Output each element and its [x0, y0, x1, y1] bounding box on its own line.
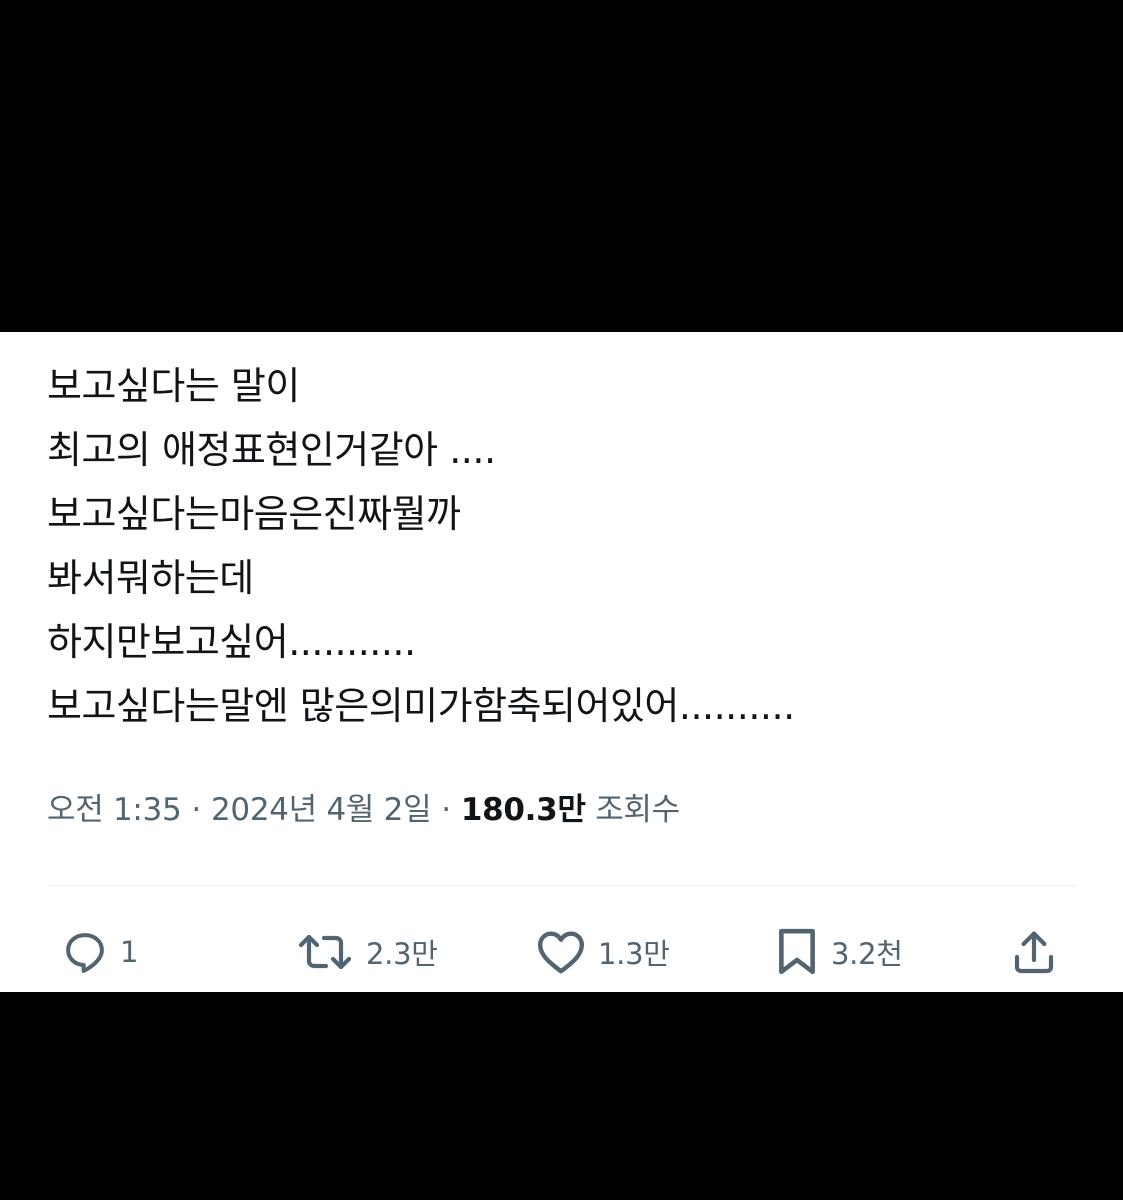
reply-button[interactable]: 1	[62, 927, 138, 977]
heart-icon	[536, 929, 586, 975]
tweet-meta: 오전 1:35 · 2024년 4월 2일 · 180.3만 조회수	[47, 790, 680, 830]
tweet-time[interactable]: 오전 1:35	[47, 792, 182, 828]
retweet-count: 2.3만	[366, 937, 438, 971]
bookmark-icon	[775, 927, 819, 977]
tweet-text: 보고싶다는 말이 최고의 애정표현인거같아 .... 보고싶다는마음은진짜뭘까 …	[47, 354, 1087, 738]
tweet-line: 보고싶다는 말이	[47, 364, 300, 408]
like-button[interactable]: 1.3만	[536, 927, 670, 977]
meta-separator: ·	[441, 792, 451, 828]
share-icon	[1010, 928, 1058, 976]
views-count: 180.3만	[460, 792, 586, 828]
like-count: 1.3만	[598, 937, 670, 971]
retweet-icon	[296, 928, 354, 976]
share-button[interactable]	[1010, 927, 1058, 977]
action-bar: 1 2.3만 1.3만 3.2천	[0, 927, 1123, 977]
bookmark-count: 3.2천	[831, 937, 903, 971]
views-label: 조회수	[595, 792, 680, 828]
bookmark-button[interactable]: 3.2천	[775, 927, 903, 977]
divider	[47, 885, 1077, 886]
tweet-line: 보고싶다는말엔 많은의미가함축되어있어..........	[47, 684, 795, 728]
reply-icon	[62, 929, 108, 975]
tweet-line: 봐서뭐하는데	[47, 556, 254, 600]
reply-count: 1	[120, 935, 139, 969]
tweet-line: 하지만보고싶어...........	[47, 620, 416, 664]
retweet-button[interactable]: 2.3만	[296, 927, 438, 977]
tweet-card: 보고싶다는 말이 최고의 애정표현인거같아 .... 보고싶다는마음은진짜뭘까 …	[0, 332, 1123, 992]
tweet-line: 최고의 애정표현인거같아 ....	[47, 428, 496, 472]
tweet-date[interactable]: 2024년 4월 2일	[211, 792, 432, 828]
tweet-line: 보고싶다는마음은진짜뭘까	[47, 492, 461, 536]
meta-separator: ·	[191, 792, 201, 828]
